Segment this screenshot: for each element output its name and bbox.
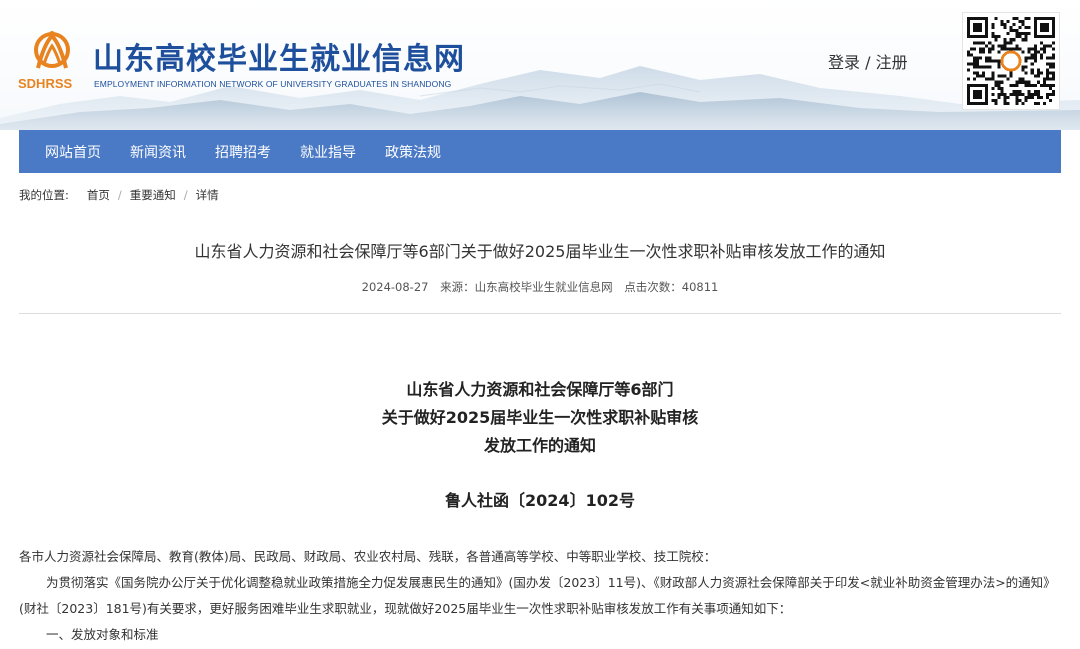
breadcrumb-separator: / <box>117 188 122 202</box>
breadcrumb-home[interactable]: 首页 <box>87 187 110 203</box>
article-meta: 2024-08-27 来源：山东高校毕业生就业信息网 点击次数：40811 <box>0 279 1080 295</box>
breadcrumb-separator: / <box>183 188 188 202</box>
breadcrumb: 我的位置: 首页 / 重要通知 / 详情 <box>19 187 219 203</box>
site-header: SDHRSS 山东高校毕业生就业信息网 EMPLOYMENT INFORMATI… <box>0 0 1080 130</box>
document-heading-line: 发放工作的通知 <box>483 436 596 455</box>
breadcrumb-current: 详情 <box>195 188 219 202</box>
auth-links: 登录 / 注册 <box>828 49 908 73</box>
nav-item-news[interactable]: 新闻资讯 <box>130 142 186 162</box>
document-body: 各市人力资源社会保障局、教育(教体)局、民政局、财政局、农业农村局、残联，各普通… <box>19 544 1061 648</box>
nav-item-recruitment[interactable]: 招聘招考 <box>215 142 271 162</box>
article-date: 2024-08-27 <box>361 280 429 294</box>
auth-separator: / <box>860 53 876 72</box>
document-heading-line: 关于做好2025届毕业生一次性求职补贴审核 <box>381 408 699 427</box>
document-heading-line: 山东省人力资源和社会保障厅等6部门 <box>406 380 674 399</box>
article-source: 来源：山东高校毕业生就业信息网 <box>440 280 613 294</box>
register-link[interactable]: 注册 <box>876 53 908 72</box>
site-subtitle: EMPLOYMENT INFORMATION NETWORK OF UNIVER… <box>94 79 452 89</box>
divider <box>19 313 1061 314</box>
breadcrumb-label: 我的位置: <box>19 188 69 202</box>
main-nav: 网站首页 新闻资讯 招聘招考 就业指导 政策法规 <box>19 130 1061 173</box>
article-click-count: 点击次数：40811 <box>624 280 719 294</box>
addressees: 各市人力资源社会保障局、教育(教体)局、民政局、财政局、农业农村局、残联，各普通… <box>19 549 717 564</box>
paragraph: 为贯彻落实《国务院办公厅关于优化调整稳就业政策措施全力促发展惠民生的通知》(国办… <box>19 575 1056 616</box>
site-title[interactable]: 山东高校毕业生就业信息网 <box>93 34 465 78</box>
logo-abbreviation: SDHRSS <box>18 76 73 91</box>
qr-code-icon <box>962 12 1060 110</box>
document-number: 鲁人社函〔2024〕102号 <box>445 491 635 510</box>
breadcrumb-notices[interactable]: 重要通知 <box>130 187 176 203</box>
section-heading: 一、发放对象和标准 <box>46 627 159 642</box>
nav-item-guidance[interactable]: 就业指导 <box>300 142 356 162</box>
article-title: 山东省人力资源和社会保障厅等6部门关于做好2025届毕业生一次性求职补贴审核发放… <box>194 242 886 261</box>
nav-item-policy[interactable]: 政策法规 <box>385 142 441 162</box>
login-link[interactable]: 登录 <box>828 53 860 72</box>
nav-item-home[interactable]: 网站首页 <box>45 142 101 162</box>
document-heading: 山东省人力资源和社会保障厅等6部门 关于做好2025届毕业生一次性求职补贴审核 … <box>0 376 1080 460</box>
